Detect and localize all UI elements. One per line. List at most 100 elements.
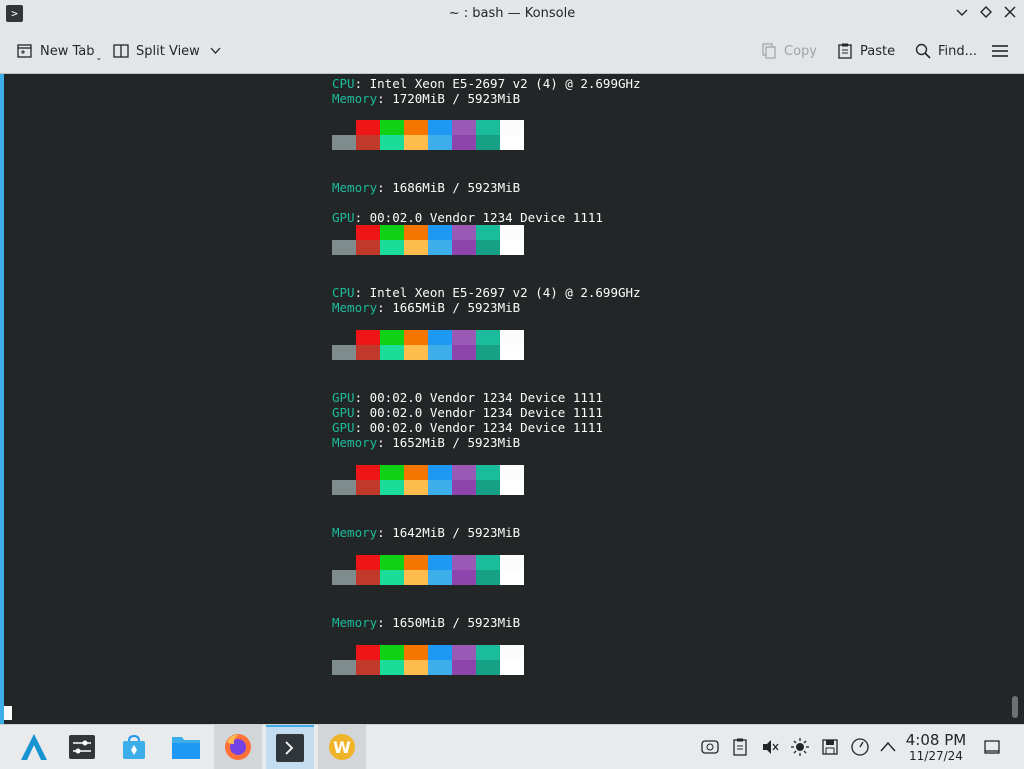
color-swatch (476, 480, 500, 495)
split-view-button[interactable]: Split View (112, 39, 221, 63)
window-title: ~ : bash — Konsole (448, 6, 576, 21)
color-swatch (356, 135, 380, 150)
color-swatch (404, 330, 428, 345)
color-swatch (428, 645, 452, 660)
show-desktop-icon[interactable] (982, 737, 1002, 757)
terminal-line: GPU: 00:02.0 Vendor 1234 Device 1111 (332, 210, 603, 225)
color-swatch (476, 135, 500, 150)
color-swatch (332, 555, 356, 570)
tray-clipboard-icon[interactable] (700, 737, 720, 757)
new-tab-dropdown-icon[interactable]: ⌄ (96, 53, 103, 62)
terminal-line: GPU: 00:02.0 Vendor 1234 Device 1111 (332, 405, 603, 420)
color-palette (332, 225, 524, 255)
color-swatch (380, 330, 404, 345)
copy-label: Copy (784, 43, 817, 59)
clock-time[interactable]: 4:08 PM (900, 731, 972, 749)
discover-store-icon[interactable] (110, 725, 158, 769)
new-tab-button[interactable]: New Tab ⌄ (16, 39, 102, 63)
color-swatch (476, 645, 500, 660)
color-swatch (500, 225, 524, 240)
color-swatch (332, 135, 356, 150)
color-swatch (404, 345, 428, 360)
maximize-icon[interactable] (976, 5, 996, 25)
color-swatch (332, 480, 356, 495)
color-swatch (380, 660, 404, 675)
color-swatch (332, 240, 356, 255)
close-icon[interactable] (1000, 5, 1020, 25)
color-swatch (428, 345, 452, 360)
volume-muted-icon[interactable] (760, 737, 780, 757)
paste-button[interactable]: Paste (836, 39, 895, 63)
terminal-line: Memory: 1665MiB / 5923MiB (332, 300, 521, 315)
split-view-icon (112, 42, 130, 60)
color-swatch (356, 225, 380, 240)
new-tab-icon (16, 42, 34, 60)
file-manager-icon[interactable] (162, 725, 210, 769)
color-swatch (500, 570, 524, 585)
color-palette (332, 645, 524, 675)
color-swatch (380, 480, 404, 495)
color-swatch (404, 240, 428, 255)
color-swatch (380, 570, 404, 585)
color-swatch (380, 135, 404, 150)
scrollbar-handle[interactable] (1012, 696, 1018, 718)
color-swatch (356, 330, 380, 345)
color-swatch (332, 645, 356, 660)
color-swatch (500, 645, 524, 660)
color-swatch (452, 660, 476, 675)
color-swatch (404, 135, 428, 150)
copy-icon (760, 42, 778, 60)
title-bar: > ~ : bash — Konsole (0, 0, 1024, 29)
color-swatch (356, 660, 380, 675)
system-settings-icon[interactable] (58, 725, 106, 769)
terminal-line: Memory: 1686MiB / 5923MiB (332, 180, 521, 195)
konsole-task-icon[interactable] (266, 725, 314, 769)
hamburger-menu-icon[interactable] (991, 39, 1009, 63)
color-swatch (428, 330, 452, 345)
color-swatch (404, 480, 428, 495)
new-tab-label: New Tab (40, 43, 95, 59)
color-swatch (332, 345, 356, 360)
minimize-icon[interactable] (952, 5, 972, 25)
split-view-dropdown-icon[interactable] (210, 44, 221, 59)
color-swatch (452, 480, 476, 495)
color-swatch (380, 240, 404, 255)
color-swatch (428, 555, 452, 570)
color-swatch (428, 135, 452, 150)
color-swatch (500, 240, 524, 255)
active-view-indicator (0, 74, 4, 724)
color-swatch (476, 120, 500, 135)
color-swatch (356, 345, 380, 360)
color-swatch (428, 120, 452, 135)
disk-save-icon[interactable] (820, 737, 840, 757)
firefox-icon[interactable] (214, 725, 262, 769)
search-icon (914, 42, 932, 60)
find-button[interactable]: Find... (914, 39, 977, 63)
terminal-line: GPU: 00:02.0 Vendor 1234 Device 1111 (332, 390, 603, 405)
color-swatch (452, 120, 476, 135)
terminal-line: Memory: 1650MiB / 5923MiB (332, 615, 521, 630)
show-hidden-icons-chevron-icon[interactable] (878, 737, 898, 757)
color-swatch (332, 570, 356, 585)
clock-date[interactable]: 11/27/24 (900, 749, 972, 763)
color-swatch (476, 345, 500, 360)
application-launcher-icon[interactable] (10, 725, 58, 769)
color-swatch (380, 345, 404, 360)
color-swatch (404, 225, 428, 240)
tray-notes-icon[interactable] (730, 737, 750, 757)
copy-button[interactable]: Copy (760, 39, 817, 63)
color-swatch (356, 480, 380, 495)
brightness-icon[interactable] (790, 737, 810, 757)
color-swatch (428, 240, 452, 255)
color-swatch (380, 120, 404, 135)
terminal-view[interactable]: CPU: Intel Xeon E5-2697 v2 (4) @ 2.699GH… (0, 74, 1024, 724)
color-swatch (356, 240, 380, 255)
word-processor-icon[interactable]: W (318, 725, 366, 769)
color-swatch (428, 225, 452, 240)
update-gauge-icon[interactable] (850, 737, 870, 757)
color-swatch (452, 135, 476, 150)
split-view-label: Split View (136, 43, 200, 59)
color-swatch (380, 225, 404, 240)
color-swatch (428, 465, 452, 480)
color-swatch (452, 225, 476, 240)
